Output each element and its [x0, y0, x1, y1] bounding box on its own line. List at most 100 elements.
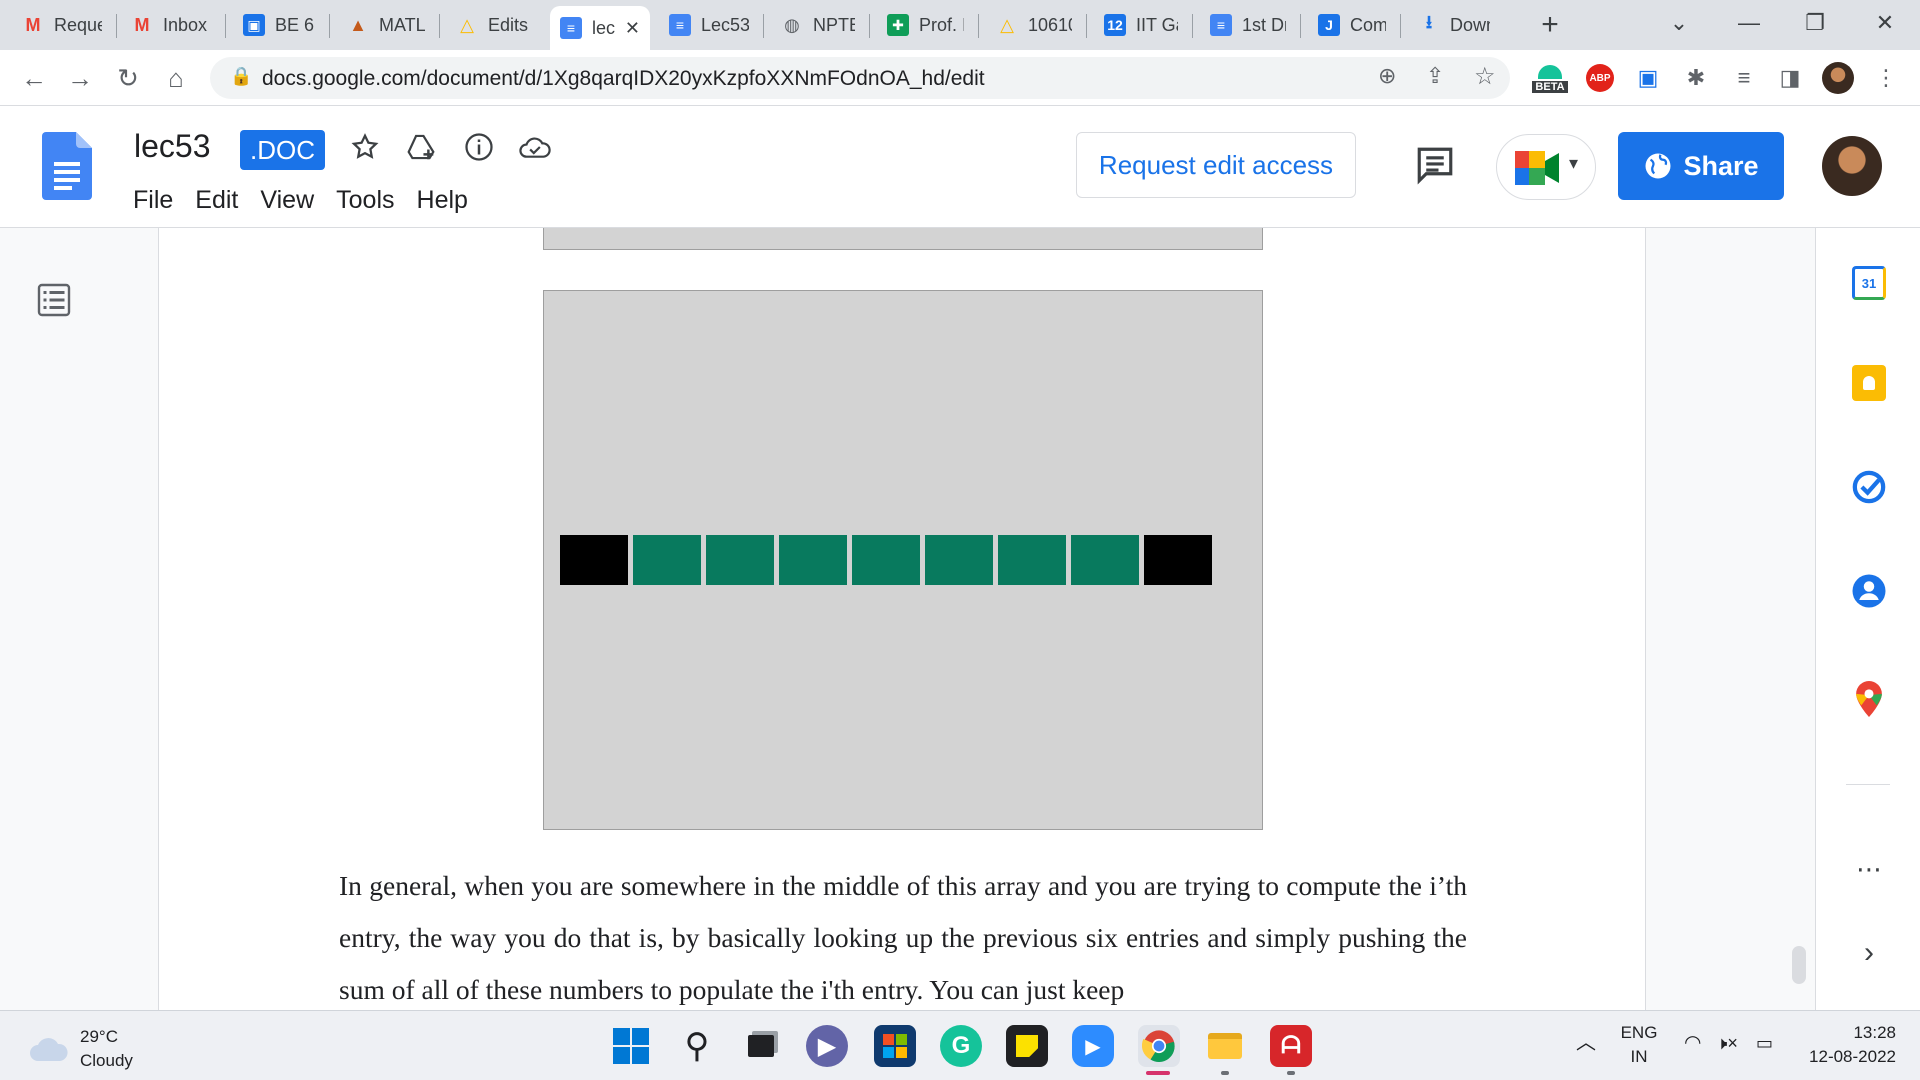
share-button[interactable]: Share: [1618, 132, 1784, 200]
bookmark-star-icon[interactable]: ☆: [1474, 62, 1496, 91]
calendar-icon[interactable]: 31: [1850, 264, 1888, 302]
browser-tab[interactable]: M Inbox: [121, 6, 221, 44]
forward-icon[interactable]: →: [62, 60, 98, 96]
jamboard-icon: J: [1318, 14, 1340, 36]
body-paragraph[interactable]: In general, when you are somewhere in th…: [339, 860, 1467, 1010]
browser-tab[interactable]: M Reque: [12, 6, 112, 44]
meet-button[interactable]: ▾: [1496, 134, 1596, 200]
maps-icon[interactable]: [1850, 680, 1888, 718]
browser-tab[interactable]: ≡ 1st Dr: [1200, 6, 1296, 44]
side-panel-icon[interactable]: ◨: [1774, 62, 1806, 94]
cloud-saved-icon[interactable]: [516, 128, 554, 166]
menu-tools[interactable]: Tools: [325, 182, 405, 219]
browser-tab[interactable]: J Comn: [1308, 6, 1396, 44]
grammarly-beta-extension-icon[interactable]: BETA: [1530, 58, 1570, 100]
search-icon[interactable]: ⚲: [676, 1025, 718, 1067]
google-docs-logo-icon[interactable]: [42, 132, 92, 200]
gmail-icon: M: [134, 14, 150, 35]
media-control-icon[interactable]: ≡: [1728, 62, 1760, 94]
document-outline-icon[interactable]: [36, 282, 72, 318]
docs-icon: ≡: [560, 17, 582, 39]
array-cells: [560, 535, 1212, 585]
account-avatar[interactable]: [1822, 136, 1882, 196]
download-icon: ⭳: [1425, 12, 1433, 32]
chrome-icon[interactable]: [1138, 1025, 1180, 1067]
home-icon[interactable]: ⌂: [158, 60, 194, 96]
url-text[interactable]: docs.google.com/document/d/1Xg8qarqIDX20…: [262, 67, 985, 91]
minimize-icon[interactable]: —: [1720, 0, 1778, 46]
share-page-icon[interactable]: ⇪: [1426, 63, 1444, 89]
comments-icon[interactable]: [1414, 144, 1456, 186]
contacts-icon[interactable]: [1850, 572, 1888, 610]
array-figure-image[interactable]: [543, 290, 1263, 830]
address-bar[interactable]: 🔒 docs.google.com/document/d/1Xg8qarqIDX…: [210, 57, 1510, 99]
document-page[interactable]: In general, when you are somewhere in th…: [158, 228, 1646, 1010]
zoom-icon[interactable]: ▶: [1072, 1025, 1114, 1067]
browser-tab[interactable]: ✚ Prof. I: [877, 6, 974, 44]
tab-separator: [763, 14, 764, 38]
keep-icon[interactable]: [1850, 364, 1888, 402]
globe-icon: ◍: [784, 14, 800, 35]
previous-figure-image[interactable]: [543, 228, 1263, 250]
profile-avatar[interactable]: [1822, 62, 1854, 94]
battery-icon[interactable]: ▭: [1756, 1031, 1773, 1055]
tab-search-icon[interactable]: ⌄: [1650, 0, 1708, 46]
teams-chat-icon[interactable]: ▶: [806, 1025, 848, 1067]
request-edit-access-button[interactable]: Request edit access: [1076, 132, 1356, 198]
vertical-scrollbar-thumb[interactable]: [1792, 946, 1806, 984]
menu-file[interactable]: File: [122, 182, 184, 219]
tab-label: BE 61: [275, 14, 315, 35]
google-meet-icon: [1515, 151, 1559, 185]
reload-icon[interactable]: ↻: [110, 60, 146, 96]
menu-help[interactable]: Help: [406, 182, 479, 219]
extensions-puzzle-icon[interactable]: ✱: [1680, 62, 1712, 94]
menu-edit[interactable]: Edit: [184, 182, 249, 219]
browser-tab[interactable]: ▲ MATL: [337, 6, 435, 44]
document-title[interactable]: lec53: [134, 128, 211, 165]
browser-tab[interactable]: ≡ lec ✕: [550, 6, 650, 50]
weather-widget[interactable]: 29°C Cloudy: [28, 1025, 133, 1073]
close-tab-icon[interactable]: ✕: [625, 18, 640, 39]
browser-tab[interactable]: ▣ BE 61: [233, 6, 325, 44]
browser-tab[interactable]: ≡ Lec53: [659, 6, 759, 44]
windows-start-icon[interactable]: [610, 1025, 652, 1067]
tasks-icon[interactable]: [1850, 468, 1888, 506]
chrome-menu-icon[interactable]: ⋮: [1870, 62, 1902, 94]
acrobat-reader-icon[interactable]: ᗩ: [1270, 1025, 1312, 1067]
file-extension-badge: .DOC: [240, 130, 325, 170]
star-icon[interactable]: [346, 128, 384, 166]
info-icon[interactable]: [460, 128, 498, 166]
wifi-icon[interactable]: ◠: [1684, 1031, 1701, 1055]
tab-label: Comn: [1350, 14, 1386, 35]
new-tab-button[interactable]: +: [1530, 6, 1570, 44]
adblock-extension-icon[interactable]: ABP: [1584, 62, 1616, 94]
close-window-icon[interactable]: ✕: [1856, 0, 1914, 46]
task-view-icon[interactable]: [740, 1025, 782, 1067]
more-options-icon[interactable]: ⋯: [1850, 850, 1888, 888]
browser-toolbar: ← → ↻ ⌂ 🔒 docs.google.com/document/d/1Xg…: [0, 50, 1920, 106]
move-to-drive-icon[interactable]: [402, 128, 440, 166]
browser-tab[interactable]: △ 10610: [986, 6, 1082, 44]
microsoft-store-icon[interactable]: [874, 1025, 916, 1067]
grammarly-icon[interactable]: G: [940, 1025, 982, 1067]
zoom-icon[interactable]: ⊕: [1378, 63, 1396, 89]
tab-separator: [1086, 14, 1087, 38]
sticky-notes-icon[interactable]: [1006, 1025, 1048, 1067]
lock-icon[interactable]: 🔒: [230, 66, 252, 87]
browser-tab[interactable]: 12 IIT Ga: [1094, 6, 1188, 44]
browser-tab[interactable]: ⭳ Down: [1408, 6, 1500, 44]
clock[interactable]: 13:28 12-08-2022: [1796, 1021, 1896, 1069]
chevron-right-icon[interactable]: ›: [1850, 934, 1888, 972]
back-icon[interactable]: ←: [16, 60, 52, 96]
file-explorer-icon[interactable]: [1204, 1025, 1246, 1067]
browser-tab[interactable]: ◍ NPTEL: [771, 6, 865, 44]
restore-icon[interactable]: ❐: [1786, 0, 1844, 46]
browser-tab[interactable]: △ Edits: [446, 6, 538, 44]
array-cell: [706, 535, 774, 585]
show-hidden-icons-chevron[interactable]: ︿: [1576, 1031, 1596, 1055]
screen-capture-extension-icon[interactable]: ▣: [1632, 62, 1664, 94]
volume-muted-icon[interactable]: 🕨×: [1716, 1031, 1738, 1055]
globe-icon: [1645, 153, 1671, 179]
language-indicator[interactable]: ENG IN: [1614, 1021, 1664, 1069]
menu-view[interactable]: View: [249, 182, 325, 219]
